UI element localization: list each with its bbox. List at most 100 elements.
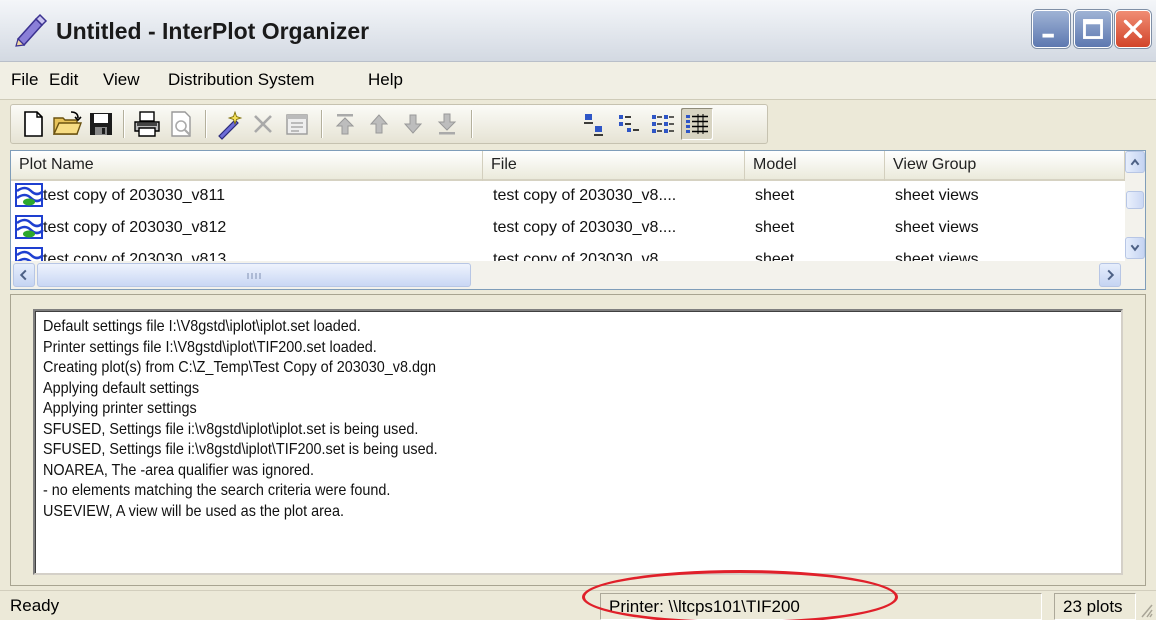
move-top-button[interactable] [329,108,361,140]
list-rows: test copy of 203030_v811 test copy of 20… [11,181,1125,261]
resize-grip-icon[interactable] [1138,601,1154,619]
table-row[interactable]: test copy of 203030_v812 test copy of 20… [11,213,1125,245]
column-header-file[interactable]: File [483,151,745,181]
menu-bar: File Edit View Distribution System Help [0,62,1156,100]
chevron-right-icon [1107,269,1115,281]
minimize-button[interactable] [1032,10,1070,48]
file-cell: test copy of 203030_v8.... [493,219,677,236]
toolbar-separator [205,110,206,138]
list-horizontal-scrollbar[interactable] [11,261,1145,289]
move-down-icon [403,114,423,134]
properties-button[interactable] [281,108,313,140]
list-vertical-scrollbar[interactable] [1125,151,1145,261]
message-line: Default settings file I:\V8gstd\iplot\ip… [43,318,361,335]
scroll-down-button[interactable] [1125,237,1145,259]
view-group-cell: sheet views [895,219,979,236]
scroll-up-button[interactable] [1125,151,1145,173]
close-button[interactable] [1115,10,1151,48]
small-icons-icon [619,115,639,132]
scroll-right-button[interactable] [1099,263,1121,287]
column-header-model[interactable]: Model [745,151,885,181]
plot-name-cell: test copy of 203030_v813 [43,251,227,261]
move-up-icon [369,114,389,134]
message-line: - no elements matching the search criter… [43,482,391,499]
chevron-left-icon [19,269,27,281]
scroll-thumb[interactable] [1126,191,1144,209]
menu-view[interactable]: View [103,70,140,90]
small-icons-button[interactable] [613,108,645,140]
close-icon [1123,19,1143,39]
horizontal-scroll-thumb[interactable] [37,263,471,287]
open-icon [52,111,82,135]
plot-list[interactable]: Plot Name File Model View Group test cop… [10,150,1146,290]
message-line: Applying default settings [43,379,200,397]
maximize-button[interactable] [1074,10,1112,48]
plot-name-cell: test copy of 203030_v812 [43,219,227,236]
chevron-up-icon [1130,158,1140,166]
move-top-icon [335,114,355,135]
large-icons-button[interactable] [579,108,611,140]
column-header-view-group[interactable]: View Group [885,151,1125,181]
message-line: SFUSED, Settings file i:\v8gstd\iplot\TI… [43,441,438,458]
move-up-button[interactable] [363,108,395,140]
move-down-button[interactable] [397,108,429,140]
message-line: Creating plot(s) from C:\Z_Temp\Test Cop… [43,359,436,376]
status-plot-count: 23 plots [1054,593,1136,620]
status-printer: Printer: \\ltcps101\TIF200 [600,593,1042,620]
menu-distribution-system[interactable]: Distribution System [168,70,314,90]
pencil-app-icon [15,13,48,47]
message-line: SFUSED, Settings file i:\v8gstd\iplot\ip… [43,420,419,438]
print-preview-button[interactable] [165,108,197,140]
message-pane: Default settings file I:\V8gstd\iplot\ip… [10,294,1146,586]
message-line: Applying printer settings [43,400,197,417]
file-cell: test copy of 203030_v8.... [493,251,677,261]
print-preview-icon [171,111,191,137]
file-cell: test copy of 203030_v8.... [493,187,677,204]
plot-name-cell: test copy of 203030_v811 [43,187,226,204]
save-icon [90,113,112,135]
details-view-button[interactable] [681,108,713,140]
grip-icon [247,273,261,279]
toolbar [10,104,768,144]
plot-file-icon [15,183,44,207]
new-button[interactable] [17,108,49,140]
properties-icon [286,114,308,135]
toolbar-separator [123,110,124,138]
delete-button[interactable] [247,108,279,140]
move-bottom-button[interactable] [431,108,463,140]
add-plot-button[interactable] [213,108,245,140]
view-group-cell: sheet views [895,187,979,204]
title-bar[interactable]: Untitled - InterPlot Organizer [0,0,1156,62]
column-header-plot-name[interactable]: Plot Name [11,151,483,181]
new-icon [24,111,43,137]
toolbar-area [0,100,1156,148]
toolbar-separator [471,110,472,138]
model-cell: sheet [755,187,795,204]
move-bottom-icon [437,113,457,135]
minimize-icon [1042,33,1054,38]
menu-edit[interactable]: Edit [49,70,78,90]
model-cell: sheet [755,251,795,261]
large-icons-icon [584,114,603,136]
table-row[interactable]: test copy of 203030_v813 test copy of 20… [11,245,1125,261]
message-line: NOAREA, The -area qualifier was ignored. [43,461,315,479]
plot-file-icon [15,215,44,239]
details-icon [686,114,708,134]
list-header: Plot Name File Model View Group [11,151,1125,181]
scroll-left-button[interactable] [13,263,35,287]
message-line: USEVIEW, A view will be used as the plot… [43,502,344,520]
menu-help[interactable]: Help [368,70,403,90]
message-log[interactable]: Default settings file I:\V8gstd\iplot\ip… [33,309,1123,575]
list-view-button[interactable] [647,108,679,140]
print-button[interactable] [131,108,163,140]
open-button[interactable] [51,108,83,140]
chevron-down-icon [1130,244,1140,252]
table-row[interactable]: test copy of 203030_v811 test copy of 20… [11,181,1125,213]
status-ready: Ready [10,596,60,615]
window-title: Untitled - InterPlot Organizer [56,18,370,44]
view-group-cell: sheet views [895,251,979,261]
save-button[interactable] [85,108,117,140]
list-icon [652,115,674,133]
menu-file[interactable]: File [11,70,38,90]
delete-icon [254,115,272,133]
